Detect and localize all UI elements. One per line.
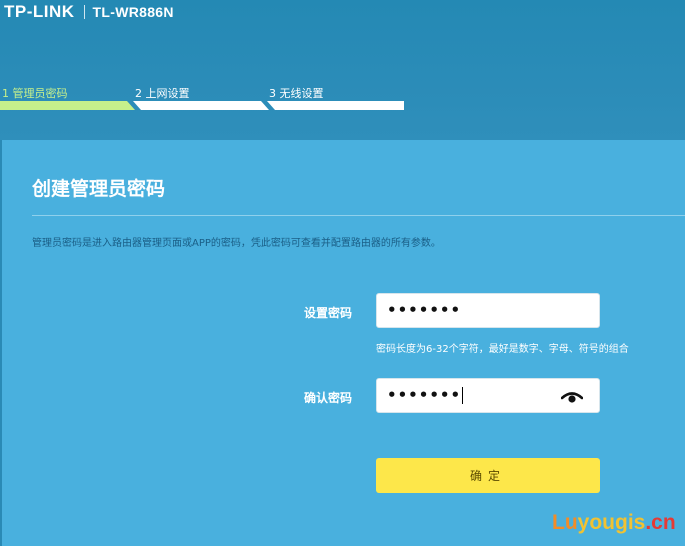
main-panel: 创建管理员密码 管理员密码是进入路由器管理页面或APP的密码，凭此密码可查看并配… xyxy=(2,140,685,546)
watermark-part-3: .cn xyxy=(645,511,676,534)
step-2-label: 2 上网设置 xyxy=(135,87,190,100)
brand-separator xyxy=(83,5,85,19)
page-description: 管理员密码是进入路由器管理页面或APP的密码，凭此密码可查看并配置路由器的所有参… xyxy=(32,238,441,249)
watermark-part-1: Lu xyxy=(552,511,578,534)
set-password-field[interactable]: ••••••• xyxy=(376,293,600,328)
confirm-password-value-wrap: ••••••• xyxy=(387,386,464,404)
watermark: Luyougis.cn xyxy=(552,511,676,535)
header: TP-LINK TL-WR886N 1 管理员密码 2 上网设置 3 无线设置 xyxy=(0,0,685,140)
title-divider xyxy=(32,215,685,216)
confirm-password-value: ••••••• xyxy=(387,386,462,404)
page-title: 创建管理员密码 xyxy=(32,178,166,200)
confirm-password-label: 确认密码 xyxy=(304,391,353,405)
step-progress-bar xyxy=(0,101,404,110)
watermark-part-2: yougis xyxy=(577,511,646,534)
brand: TP-LINK TL-WR886N xyxy=(4,0,174,24)
step-3-bar xyxy=(267,101,404,110)
router-model: TL-WR886N xyxy=(92,4,174,20)
text-caret xyxy=(462,387,464,404)
step-1-bar xyxy=(0,101,135,110)
password-hint: 密码长度为6-32个字符，最好是数字、字母、符号的组合 xyxy=(376,344,629,355)
confirm-button[interactable]: 确定 xyxy=(376,458,600,493)
step-3-label: 3 无线设置 xyxy=(269,87,324,100)
confirm-password-field[interactable]: ••••••• xyxy=(376,378,600,413)
step-2-bar xyxy=(133,101,269,110)
set-password-value: ••••••• xyxy=(387,301,462,319)
step-1-label: 1 管理员密码 xyxy=(2,87,68,100)
set-password-label: 设置密码 xyxy=(304,306,353,320)
show-password-eye-icon[interactable] xyxy=(561,389,583,405)
tp-link-logo: TP-LINK xyxy=(4,2,75,21)
